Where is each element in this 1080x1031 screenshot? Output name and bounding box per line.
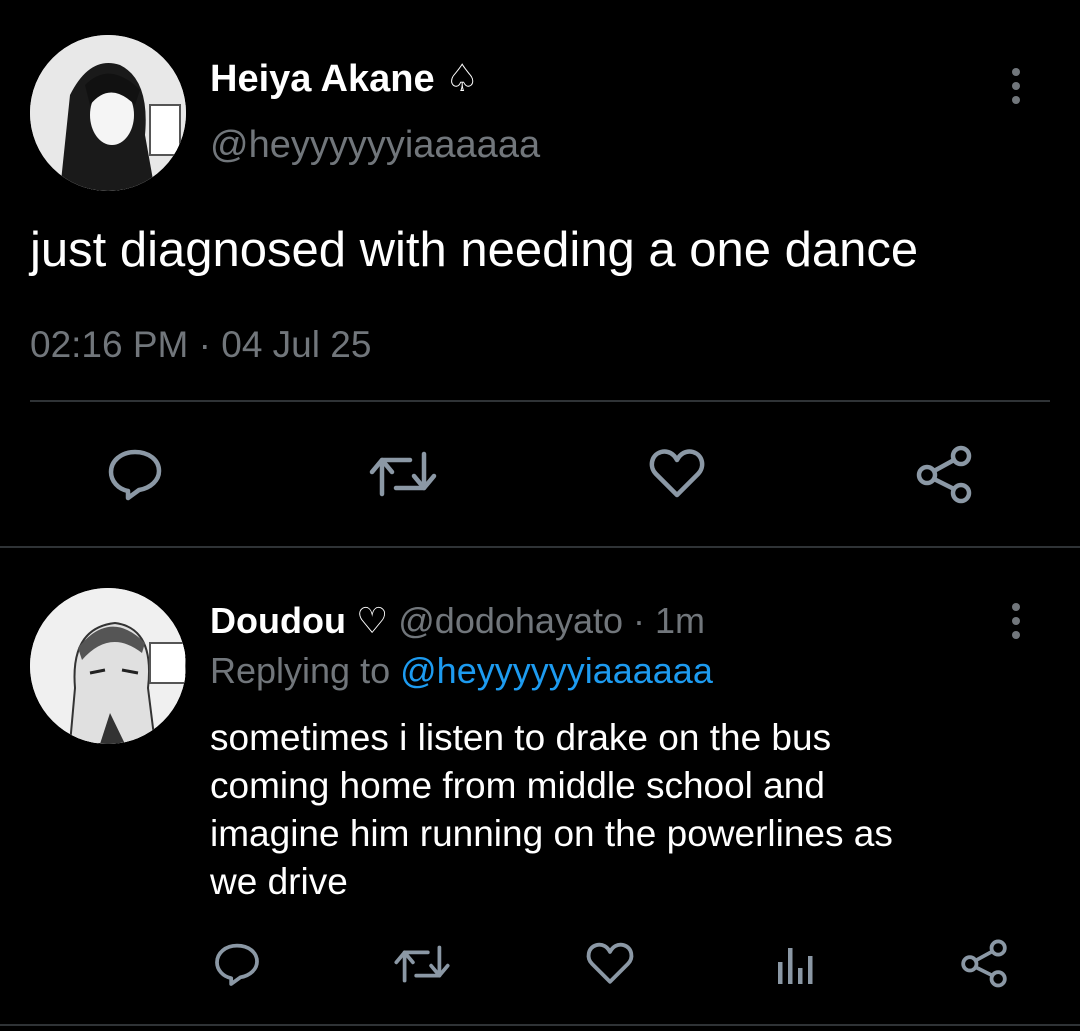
bottom-divider: [0, 1024, 1080, 1026]
share-icon[interactable]: [913, 444, 975, 504]
reply-text-line: sometimes i listen to drake on the bus: [210, 717, 832, 758]
avatar-image: [30, 35, 186, 191]
tweet-timestamp[interactable]: 02:16 PM · 04 Jul 25: [30, 324, 371, 366]
reply-text-line: imagine him running on the powerlines as: [210, 813, 893, 854]
reply-text-line: we drive: [210, 861, 348, 902]
retweet-icon[interactable]: [368, 448, 438, 500]
replying-to-handle-link[interactable]: @heyyyyyyiaaaaaa: [400, 650, 713, 691]
reply-age: · 1m: [633, 600, 705, 641]
divider: [30, 400, 1050, 402]
analytics-icon[interactable]: [776, 944, 816, 986]
replying-to: Replying to @heyyyyyyiaaaaaa: [210, 650, 713, 692]
replying-to-label: Replying to: [210, 650, 391, 691]
author-handle[interactable]: @heyyyyyyiaaaaaa: [210, 124, 540, 167]
reply-text-line: coming home from middle school and: [210, 765, 825, 806]
reply-author-name[interactable]: Doudou: [210, 600, 346, 641]
reply-icon[interactable]: [105, 446, 165, 502]
reply-author-handle[interactable]: @dodohayato: [398, 600, 623, 641]
retweet-icon[interactable]: [393, 942, 451, 986]
share-icon[interactable]: [958, 938, 1010, 988]
reply-header: Doudou ♡ @dodohayato · 1m: [210, 600, 705, 642]
more-options-icon[interactable]: [1011, 68, 1021, 104]
heart-badge-icon: ♡: [355, 600, 389, 641]
reply-icon[interactable]: [212, 940, 262, 988]
avatar-doudou[interactable]: [30, 588, 186, 744]
more-options-icon[interactable]: [1011, 603, 1021, 639]
like-icon[interactable]: [648, 446, 706, 500]
tweet-text: just diagnosed with needing a one dance: [30, 223, 919, 277]
reply-text: sometimes i listen to drake on the bus c…: [210, 714, 893, 906]
author-name-text[interactable]: Heiya Akane: [210, 58, 435, 100]
avatar-image: [30, 588, 186, 744]
like-icon[interactable]: [585, 940, 635, 986]
spade-badge-icon: ♤: [445, 58, 480, 100]
avatar-heiya-akane[interactable]: [30, 35, 186, 191]
section-divider: [0, 546, 1080, 548]
author-name[interactable]: Heiya Akane ♤: [210, 56, 479, 101]
